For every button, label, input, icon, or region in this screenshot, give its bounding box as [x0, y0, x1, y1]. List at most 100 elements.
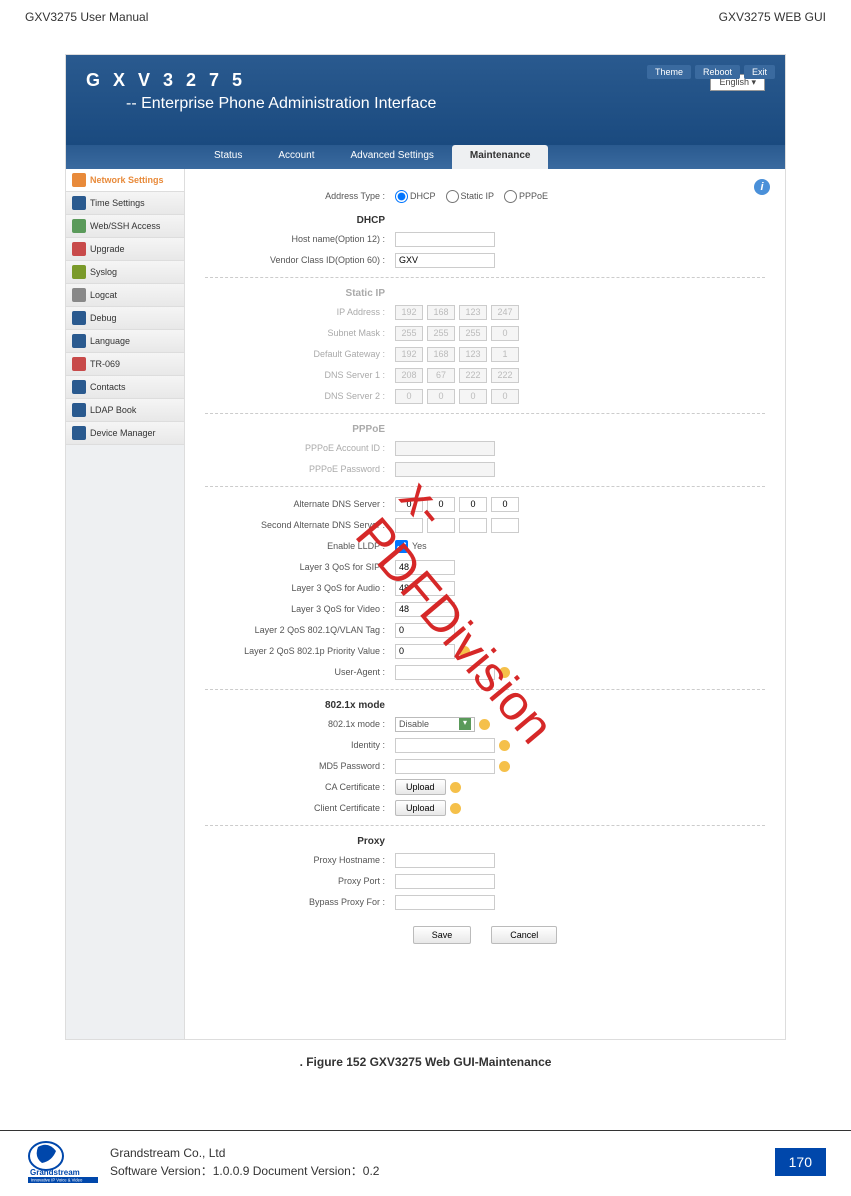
sidebar-item-label: Upgrade	[90, 244, 125, 254]
bypass-input[interactable]	[395, 895, 495, 910]
tab-account[interactable]: Account	[260, 145, 332, 169]
qos-sip-label: Layer 3 QoS for SIP :	[205, 562, 395, 572]
ip-octet-input	[459, 305, 487, 320]
sidebar-icon	[72, 426, 86, 440]
sidebar-item-4[interactable]: Syslog	[66, 261, 184, 284]
help-icon[interactable]	[459, 646, 470, 657]
ip-octet-input[interactable]	[395, 518, 423, 533]
sidebar-item-6[interactable]: Debug	[66, 307, 184, 330]
svg-text:Innovative IP Voice & Video: Innovative IP Voice & Video	[31, 1177, 83, 1182]
exit-button[interactable]: Exit	[744, 65, 775, 79]
tab-maintenance[interactable]: Maintenance	[452, 145, 549, 169]
user-agent-label: User-Agent :	[205, 667, 395, 677]
ip-octet-input[interactable]	[491, 518, 519, 533]
vlan-pri-input[interactable]	[395, 644, 455, 659]
qos-video-input[interactable]	[395, 602, 455, 617]
vlan-tag-input[interactable]	[395, 623, 455, 638]
ip-label: IP Address :	[205, 307, 395, 317]
cancel-button[interactable]: Cancel	[491, 926, 557, 944]
ip-octet-input[interactable]	[427, 497, 455, 512]
radio-static[interactable]	[446, 190, 459, 203]
ip-octet-input[interactable]	[459, 518, 487, 533]
help-icon[interactable]	[499, 667, 510, 678]
svg-text:Grandstream: Grandstream	[30, 1168, 80, 1177]
sidebar-icon	[72, 196, 86, 210]
8021x-mode-label: 802.1x mode :	[205, 719, 395, 729]
sidebar-item-label: Contacts	[90, 382, 126, 392]
identity-input[interactable]	[395, 738, 495, 753]
sidebar-item-3[interactable]: Upgrade	[66, 238, 184, 261]
address-type-radios[interactable]: DHCP Static IP PPPoE	[395, 190, 765, 203]
section-dhcp: DHCP	[205, 215, 395, 226]
footer-logo: Grandstream Innovative IP Voice & Video	[25, 1139, 100, 1184]
qos-audio-input[interactable]	[395, 581, 455, 596]
help-icon[interactable]	[479, 719, 490, 730]
sidebar-item-label: TR-069	[90, 359, 120, 369]
radio-dhcp[interactable]	[395, 190, 408, 203]
ip-octet-input[interactable]	[427, 518, 455, 533]
sidebar-item-11[interactable]: Device Manager	[66, 422, 184, 445]
sidebar-item-7[interactable]: Language	[66, 330, 184, 353]
pppoe-acc-label: PPPoE Account ID :	[205, 443, 395, 453]
sidebar-item-5[interactable]: Logcat	[66, 284, 184, 307]
sidebar-item-label: Language	[90, 336, 130, 346]
vendor-label: Vendor Class ID(Option 60) :	[205, 255, 395, 265]
qos-video-label: Layer 3 QoS for Video :	[205, 604, 395, 614]
nav-tabs: Status Account Advanced Settings Mainten…	[66, 145, 785, 169]
sidebar-item-10[interactable]: LDAP Book	[66, 399, 184, 422]
qos-sip-input[interactable]	[395, 560, 455, 575]
ip-octet-input[interactable]	[459, 497, 487, 512]
sidebar-item-0[interactable]: Network Settings	[66, 169, 184, 192]
sidebar-icon	[72, 219, 86, 233]
radio-pppoe[interactable]	[504, 190, 517, 203]
ip-octet-input	[395, 389, 423, 404]
section-pppoe: PPPoE	[205, 424, 395, 435]
footer-company: Grandstream Co., Ltd	[110, 1144, 379, 1162]
page-number: 170	[775, 1148, 826, 1176]
help-icon[interactable]	[450, 782, 461, 793]
ip-octet-input	[459, 347, 487, 362]
section-8021x: 802.1x mode	[205, 700, 395, 711]
ip-octet-input[interactable]	[491, 497, 519, 512]
md5-input[interactable]	[395, 759, 495, 774]
tab-status[interactable]: Status	[196, 145, 260, 169]
identity-label: Identity :	[205, 740, 395, 750]
lldp-checkbox[interactable]	[395, 540, 408, 553]
help-icon[interactable]	[499, 740, 510, 751]
sidebar-item-9[interactable]: Contacts	[66, 376, 184, 399]
help-icon[interactable]	[499, 761, 510, 772]
sidebar-item-8[interactable]: TR-069	[66, 353, 184, 376]
user-agent-input[interactable]	[395, 665, 495, 680]
client-upload-button[interactable]: Upload	[395, 800, 446, 816]
ip-octet-input	[395, 347, 423, 362]
sidebar-item-1[interactable]: Time Settings	[66, 192, 184, 215]
vendor-input[interactable]	[395, 253, 495, 268]
header-right: GXV3275 WEB GUI	[719, 10, 826, 24]
tab-advanced[interactable]: Advanced Settings	[333, 145, 452, 169]
ip-octet-input	[491, 305, 519, 320]
hostname-input[interactable]	[395, 232, 495, 247]
ca-upload-button[interactable]: Upload	[395, 779, 446, 795]
ip-octet-input	[395, 368, 423, 383]
altdns2-label: Second Alternate DNS Server :	[205, 520, 395, 530]
ip-octet-input[interactable]	[395, 497, 423, 512]
info-icon[interactable]: i	[754, 179, 770, 195]
sidebar-item-label: Network Settings	[90, 175, 164, 185]
sidebar-item-label: Web/SSH Access	[90, 221, 160, 231]
sidebar-item-2[interactable]: Web/SSH Access	[66, 215, 184, 238]
address-type-label: Address Type :	[205, 191, 395, 201]
proxy-port-input[interactable]	[395, 874, 495, 889]
sidebar-icon	[72, 380, 86, 394]
sidebar-item-label: Syslog	[90, 267, 117, 277]
dns1-label: DNS Server 1 :	[205, 370, 395, 380]
screenshot: Theme Reboot Exit English ▾ G X V 3 2 7 …	[65, 54, 786, 1040]
help-icon[interactable]	[450, 803, 461, 814]
save-button[interactable]: Save	[413, 926, 472, 944]
theme-button[interactable]: Theme	[647, 65, 691, 79]
altdns-label: Alternate DNS Server :	[205, 499, 395, 509]
lldp-label: Enable LLDP :	[205, 541, 395, 551]
8021x-mode-select[interactable]: Disable▾	[395, 717, 475, 732]
reboot-button[interactable]: Reboot	[695, 65, 740, 79]
proxy-host-input[interactable]	[395, 853, 495, 868]
ip-octet-input	[395, 305, 423, 320]
